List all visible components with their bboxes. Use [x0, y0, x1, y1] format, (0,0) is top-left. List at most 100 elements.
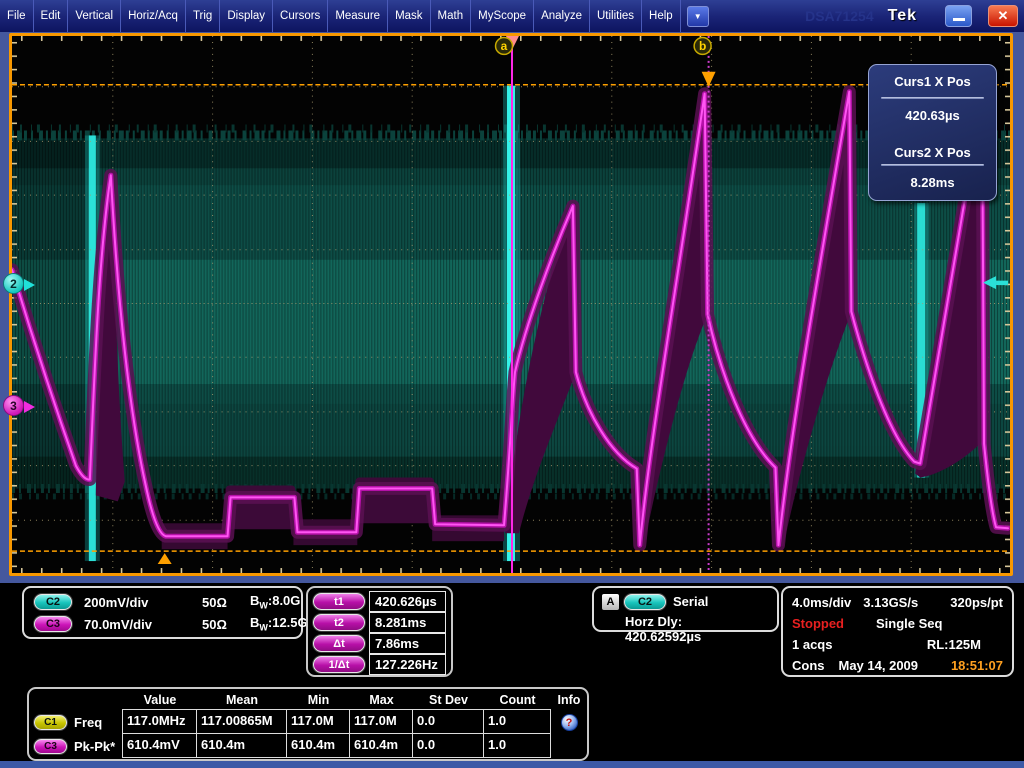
- graticule-display[interactable]: a b: [9, 33, 1013, 576]
- menu-edit[interactable]: Edit: [34, 0, 69, 32]
- measurement-name: Freq: [74, 715, 102, 730]
- channel3-badge[interactable]: C3: [34, 616, 72, 632]
- menu-measure[interactable]: Measure: [328, 0, 388, 32]
- oscilloscope-screen: File Edit Vertical Horiz/Acq Trig Displa…: [0, 0, 1024, 768]
- menu-analyze[interactable]: Analyze: [534, 0, 590, 32]
- menu-vertical[interactable]: Vertical: [68, 0, 121, 32]
- c3-badge[interactable]: C3: [34, 739, 67, 754]
- header-min: Min: [287, 693, 350, 707]
- horz-delay-value: 420.62592µs: [625, 629, 701, 644]
- menu-math[interactable]: Math: [431, 0, 472, 32]
- acquisition-state: Stopped: [792, 616, 844, 631]
- t1-badge[interactable]: t1: [313, 593, 365, 610]
- horz-delay-label: Horz Dly:: [625, 614, 682, 629]
- readout-section: C2 200mV/div 50Ω BW:8.0G C3 70.0mV/div 5…: [0, 583, 1024, 768]
- close-icon: ✕: [998, 8, 1009, 23]
- trigger-source-badge[interactable]: C2: [624, 594, 666, 610]
- t1-value: 420.626µs: [369, 591, 446, 612]
- curs2-x-pos-label: Curs2 X Pos: [869, 132, 996, 164]
- menu-trig[interactable]: Trig: [186, 0, 220, 32]
- trigger-type: Serial: [673, 594, 708, 609]
- cursor-dt-row: Δt 7.86ms: [313, 633, 446, 654]
- t2-value: 8.281ms: [369, 612, 446, 633]
- header-stdev: St Dev: [413, 693, 484, 707]
- measurement-row-freq: C1 Freq 117.0MHz 117.00865M 117.0M 117.0…: [29, 710, 587, 734]
- measurement-row-pkpk: C3 Pk-Pk* 610.4mV 610.4m 610.4m 610.4m 0…: [29, 734, 587, 758]
- header-info: Info: [551, 693, 587, 707]
- cursor-t1-row: t1 420.626µs: [313, 591, 446, 612]
- channel3-position-marker[interactable]: 3: [3, 395, 24, 416]
- curs1-x-pos-label: Curs1 X Pos: [869, 65, 996, 97]
- t2-badge[interactable]: t2: [313, 614, 365, 631]
- channel3-readout-row[interactable]: C3 70.0mV/div 50Ω BW:12.5G: [34, 613, 291, 635]
- clock-time: 18:51:07: [951, 658, 1003, 673]
- menu-display[interactable]: Display: [220, 0, 273, 32]
- sample-resolution: 320ps/pt: [950, 595, 1003, 610]
- curs1-x-pos-value[interactable]: 420.63µs: [869, 99, 996, 132]
- inv-dt-badge[interactable]: 1/Δt: [313, 656, 365, 673]
- acquisition-panel[interactable]: 4.0ms/div 3.13GS/s 320ps/pt Stopped Sing…: [781, 586, 1014, 677]
- waveform-canvas: a b: [12, 36, 1010, 573]
- measurement-name: Pk-Pk*: [74, 739, 115, 754]
- cursor-inv-dt-row: 1/Δt 127.226Hz: [313, 654, 446, 675]
- minimize-button[interactable]: [945, 5, 972, 27]
- menu-myscope[interactable]: MyScope: [471, 0, 534, 32]
- menu-cursors[interactable]: Cursors: [273, 0, 328, 32]
- trigger-panel[interactable]: A C2 Serial Horz Dly: 420.62592µs: [592, 586, 779, 632]
- c1-badge[interactable]: C1: [34, 715, 67, 730]
- channel2-marker-arrow-icon: [24, 279, 35, 291]
- menu-help[interactable]: Help: [642, 0, 681, 32]
- channel3-bandwidth: BW:12.5G: [250, 615, 308, 633]
- channel3-termination: 50Ω: [202, 617, 250, 632]
- pkpk-min: 610.4m: [286, 733, 350, 758]
- info-help-icon[interactable]: ?: [561, 714, 578, 731]
- channel2-termination: 50Ω: [202, 595, 250, 610]
- cursor-position-readout[interactable]: Curs1 X Pos 420.63µs Curs2 X Pos 8.28ms: [868, 64, 997, 201]
- channel3-scale: 70.0mV/div: [84, 617, 202, 632]
- freq-count: 1.0: [483, 709, 551, 734]
- channel2-marker-label: 2: [10, 277, 17, 291]
- cursor-t2-row: t2 8.281ms: [313, 612, 446, 633]
- pkpk-value: 610.4mV: [122, 733, 197, 758]
- acquisition-mode: Single Seq: [876, 616, 942, 631]
- measurement-header-row: Value Mean Min Max St Dev Count Info: [29, 689, 587, 710]
- titlebar-right: DSA71254 Tek ✕: [805, 5, 1024, 27]
- pkpk-stdev: 0.0: [412, 733, 484, 758]
- minimize-icon: [953, 18, 965, 21]
- channel2-readout-row[interactable]: C2 200mV/div 50Ω BW:8.0G: [34, 591, 291, 613]
- channel-scales-panel[interactable]: C2 200mV/div 50Ω BW:8.0G C3 70.0mV/div 5…: [22, 586, 303, 639]
- channel2-badge[interactable]: C2: [34, 594, 72, 610]
- channel3-marker-label: 3: [10, 399, 17, 413]
- menu-mask[interactable]: Mask: [388, 0, 430, 32]
- trigger-group-badge: A: [602, 594, 619, 610]
- timebase: 4.0ms/div: [792, 595, 851, 610]
- freq-value: 117.0MHz: [122, 709, 197, 734]
- pkpk-max: 610.4m: [349, 733, 413, 758]
- tek-logo: Tek: [888, 7, 917, 25]
- freq-stdev: 0.0: [412, 709, 484, 734]
- menu-utilities[interactable]: Utilities: [590, 0, 642, 32]
- channel2-position-marker[interactable]: 2: [3, 273, 24, 294]
- chevron-down-icon: ▼: [694, 12, 702, 21]
- acquisition-count: 1 acqs: [792, 637, 832, 652]
- cursor-values-panel[interactable]: t1 420.626µs t2 8.281ms Δt 7.86ms 1/Δt 1…: [306, 586, 453, 677]
- menu-horiz-acq[interactable]: Horiz/Acq: [121, 0, 186, 32]
- date: May 14, 2009: [839, 658, 919, 673]
- inv-dt-value: 127.226Hz: [369, 654, 446, 675]
- menu-dropdown-button[interactable]: ▼: [687, 6, 709, 27]
- app-background-strip: [0, 761, 1024, 768]
- freq-mean: 117.00865M: [196, 709, 287, 734]
- header-max: Max: [350, 693, 413, 707]
- dt-badge[interactable]: Δt: [313, 635, 365, 652]
- channel3-marker-arrow-icon: [24, 401, 35, 413]
- freq-min: 117.0M: [286, 709, 350, 734]
- header-value: Value: [123, 693, 197, 707]
- record-length: RL:125M: [927, 637, 981, 652]
- pkpk-count: 1.0: [483, 733, 551, 758]
- measurement-table[interactable]: Value Mean Min Max St Dev Count Info C1 …: [27, 687, 589, 761]
- curs2-x-pos-value[interactable]: 8.28ms: [869, 166, 996, 199]
- menu-file[interactable]: File: [0, 0, 34, 32]
- close-button[interactable]: ✕: [988, 5, 1018, 27]
- cursor-a-label: a: [501, 39, 508, 53]
- cons-label: Cons: [792, 658, 825, 673]
